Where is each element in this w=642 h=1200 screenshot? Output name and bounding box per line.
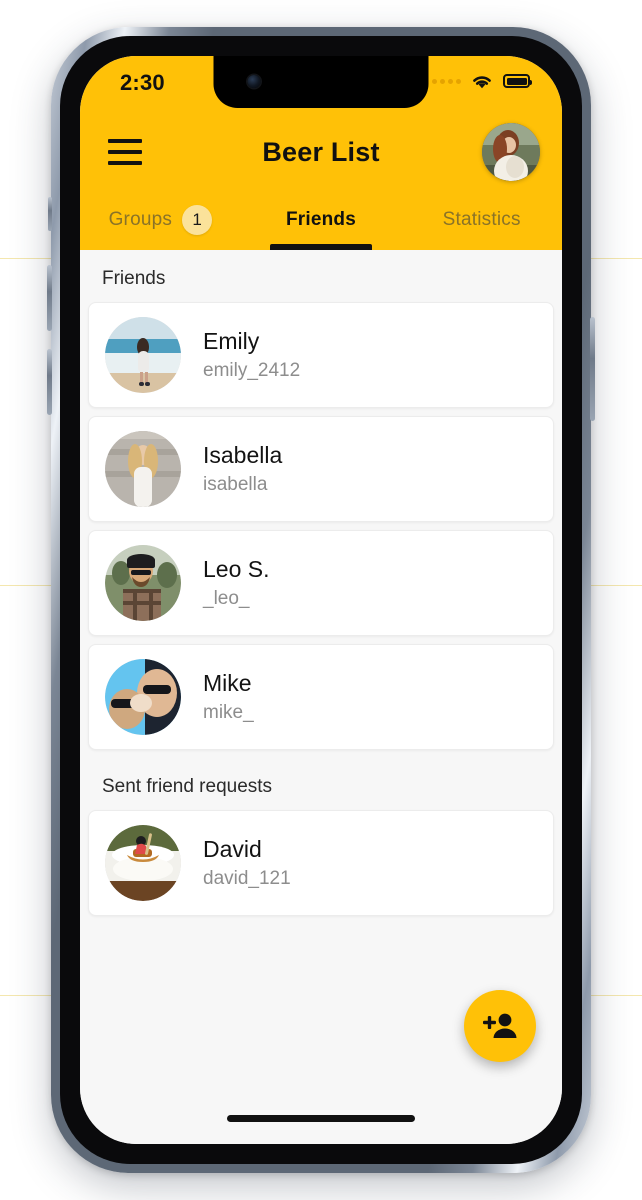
battery-full-icon — [503, 74, 532, 88]
list-item-text: Mike mike_ — [203, 670, 254, 723]
list-item-handle: isabella — [203, 473, 268, 495]
list-item-text: Emily emily_2412 — [203, 328, 300, 381]
status-bar-clock: 2:30 — [120, 70, 165, 95]
mike-avatar-image — [105, 659, 181, 735]
isabella-avatar-image — [105, 431, 181, 507]
avatar — [105, 431, 181, 507]
section-header-friends: Friends — [102, 268, 166, 289]
person-add-icon — [483, 1013, 517, 1038]
tab-friends-label: Friends — [285, 209, 357, 230]
wifi-icon — [473, 76, 491, 89]
silent-switch-button[interactable] — [48, 197, 52, 231]
tab-groups-label: Groups — [108, 209, 173, 230]
screenshot-stage: 2:30 Beer List Groups 1 Friends Statisti… — [0, 0, 642, 1200]
list-item-handle: _leo_ — [203, 587, 250, 609]
list-item-text: David david_121 — [203, 836, 291, 889]
list-item[interactable]: David david_121 — [88, 810, 554, 916]
david-avatar-image — [105, 825, 181, 901]
avatar — [105, 545, 181, 621]
phone-screen: 2:30 Beer List Groups 1 Friends Statisti… — [80, 56, 562, 1144]
list-item-text: Isabella isabella — [203, 442, 282, 495]
signal-dots-icon — [432, 78, 461, 84]
list-item[interactable]: Isabella isabella — [88, 416, 554, 522]
home-indicator — [227, 1115, 415, 1122]
leo-avatar-image — [105, 545, 181, 621]
user-avatar-image — [482, 123, 540, 181]
tab-statistics[interactable]: Statistics — [401, 190, 562, 250]
tab-friends[interactable]: Friends — [241, 190, 402, 250]
list-item-name: Emily — [203, 328, 260, 355]
list-item[interactable]: Mike mike_ — [88, 644, 554, 750]
add-friend-button[interactable] — [464, 990, 536, 1062]
tab-statistics-label: Statistics — [442, 209, 521, 230]
list-item-name: Mike — [203, 670, 252, 697]
status-bar-indicators — [432, 72, 532, 90]
tab-groups-badge: 1 — [182, 205, 213, 235]
tab-groups[interactable]: Groups 1 — [80, 190, 241, 250]
avatar — [105, 825, 181, 901]
status-bar: 2:30 — [80, 56, 562, 114]
list-item-name: Isabella — [203, 442, 283, 469]
app-bar: Beer List — [80, 114, 562, 190]
list-item-text: Leo S. _leo_ — [203, 556, 270, 609]
avatar — [105, 659, 181, 735]
list-item-name: David — [203, 836, 262, 863]
list-item-handle: mike_ — [203, 701, 254, 723]
list-item-name: Leo S. — [203, 556, 270, 583]
hamburger-menu-icon[interactable] — [108, 139, 142, 165]
list-item[interactable]: Emily emily_2412 — [88, 302, 554, 408]
avatar[interactable] — [482, 123, 540, 181]
front-camera-icon — [247, 75, 261, 88]
list-item-handle: david_121 — [203, 867, 291, 889]
power-button[interactable] — [590, 317, 595, 421]
volume-up-button[interactable] — [47, 265, 52, 331]
section-header-sent-friend-requests: Sent friend requests — [102, 776, 273, 797]
list-item-handle: emily_2412 — [203, 359, 301, 381]
avatar — [105, 317, 181, 393]
phone-frame: 2:30 Beer List Groups 1 Friends Statisti… — [47, 27, 595, 1173]
volume-down-button[interactable] — [47, 349, 52, 415]
display-notch — [213, 56, 429, 108]
tab-bar: Groups 1 Friends Statistics — [80, 190, 562, 250]
emily-avatar-image — [105, 317, 181, 393]
list-item[interactable]: Leo S. _leo_ — [88, 530, 554, 636]
friends-list-content: Friends Emily emily_2412 Isabella isabel… — [80, 250, 562, 1144]
phone-bezel: 2:30 Beer List Groups 1 Friends Statisti… — [60, 36, 582, 1164]
